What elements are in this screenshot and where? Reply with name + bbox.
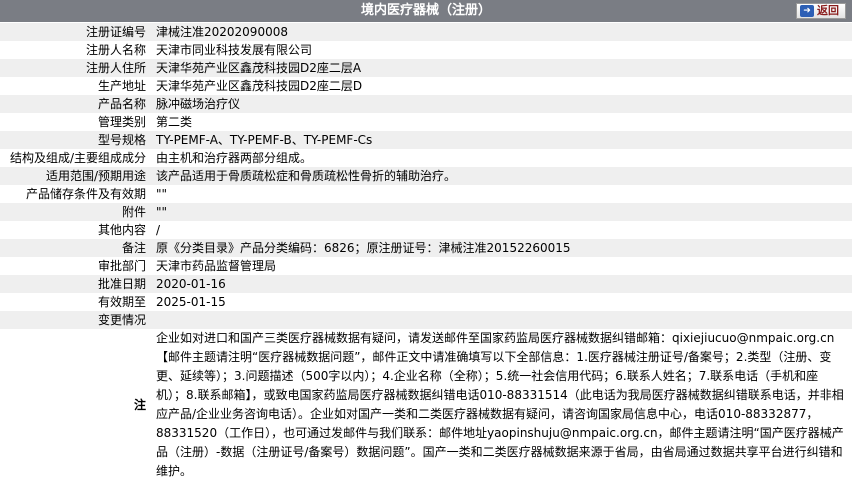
detail-row: 结构及组成/主要组成成分 由主机和治疗器两部分组成。 (0, 149, 852, 167)
field-label: 批准日期 (0, 275, 150, 293)
field-value: TY-PEMF-A、TY-PEMF-B、TY-PEMF-Cs (150, 131, 852, 149)
field-label: 产品名称 (0, 95, 150, 113)
field-value: 第二类 (150, 113, 852, 131)
note-cell: 企业如对进口和国产三类医疗器械数据有疑问，请发送邮件至国家药监局医疗器械数据纠错… (150, 329, 852, 481)
field-label: 结构及组成/主要组成成分 (0, 149, 150, 167)
field-label: 变更情况 (0, 311, 150, 329)
back-arrow-icon: ➜ (800, 5, 814, 17)
field-label: 生产地址 (0, 77, 150, 95)
field-label: 注册证编号 (0, 23, 150, 41)
detail-row: 注册人名称 天津市同业科技发展有限公司 (0, 41, 852, 59)
detail-row: 附件 "" (0, 203, 852, 221)
field-label: 其他内容 (0, 221, 150, 239)
field-value: "" (150, 185, 852, 203)
field-label: 备注 (0, 239, 150, 257)
field-value: 2020-01-16 (150, 275, 852, 293)
detail-row: 变更情况 (0, 311, 852, 329)
field-value: 原《分类目录》产品分类编码：6826；原注册证号：津械注准20152260015 (150, 239, 852, 257)
field-label: 注册人住所 (0, 59, 150, 77)
note-row: 注企业如对进口和国产三类医疗器械数据有疑问，请发送邮件至国家药监局医疗器械数据纠… (0, 329, 852, 481)
detail-row: 有效期至 2025-01-15 (0, 293, 852, 311)
title-bar: 境内医疗器械（注册） ➜ 返回 (0, 0, 852, 22)
field-value: 2025-01-15 (150, 293, 852, 311)
page-title: 境内医疗器械（注册） (360, 3, 491, 18)
back-button[interactable]: ➜ 返回 (796, 3, 846, 19)
field-value: 由主机和治疗器两部分组成。 (150, 149, 852, 167)
back-button-label: 返回 (817, 4, 839, 17)
detail-row: 注册证编号 津械注准20202090008 (0, 23, 852, 41)
detail-page: 境内医疗器械（注册） ➜ 返回 注册证编号 津械注准20202090008 注册人名称… (0, 0, 852, 481)
field-value: / (150, 221, 852, 239)
detail-row: 产品储存条件及有效期 "" (0, 185, 852, 203)
field-label: 注册人名称 (0, 41, 150, 59)
detail-row: 备注 原《分类目录》产品分类编码：6826；原注册证号：津械注准201522600… (0, 239, 852, 257)
detail-row: 批准日期 2020-01-16 (0, 275, 852, 293)
field-label: 有效期至 (0, 293, 150, 311)
field-value: 脉冲磁场治疗仪 (150, 95, 852, 113)
field-value: 天津华苑产业区鑫茂科技园D2座二层A (150, 59, 852, 77)
detail-row: 审批部门 天津市药品监督管理局 (0, 257, 852, 275)
field-label: 附件 (0, 203, 150, 221)
note-label: 注 (0, 329, 150, 481)
field-label: 型号规格 (0, 131, 150, 149)
field-value: 天津市同业科技发展有限公司 (150, 41, 852, 59)
field-label: 管理类别 (0, 113, 150, 131)
field-value (150, 311, 852, 329)
field-label: 适用范围/预期用途 (0, 167, 150, 185)
field-label: 产品储存条件及有效期 (0, 185, 150, 203)
detail-row: 适用范围/预期用途 该产品适用于骨质疏松症和骨质疏松性骨折的辅助治疗。 (0, 167, 852, 185)
detail-row: 其他内容 / (0, 221, 852, 239)
note-text: 企业如对进口和国产三类医疗器械数据有疑问，请发送邮件至国家药监局医疗器械数据纠错… (156, 331, 844, 478)
detail-row: 注册人住所 天津华苑产业区鑫茂科技园D2座二层A (0, 59, 852, 77)
field-label: 审批部门 (0, 257, 150, 275)
detail-table: 注册证编号 津械注准20202090008 注册人名称 天津市同业科技发展有限公司 注册… (0, 23, 852, 481)
detail-row: 产品名称 脉冲磁场治疗仪 (0, 95, 852, 113)
field-value: 天津华苑产业区鑫茂科技园D2座二层D (150, 77, 852, 95)
field-value: 天津市药品监督管理局 (150, 257, 852, 275)
field-value: 津械注准20202090008 (150, 23, 852, 41)
field-value: 该产品适用于骨质疏松症和骨质疏松性骨折的辅助治疗。 (150, 167, 852, 185)
detail-row: 型号规格 TY-PEMF-A、TY-PEMF-B、TY-PEMF-Cs (0, 131, 852, 149)
detail-row: 管理类别 第二类 (0, 113, 852, 131)
field-value: "" (150, 203, 852, 221)
detail-row: 生产地址 天津华苑产业区鑫茂科技园D2座二层D (0, 77, 852, 95)
